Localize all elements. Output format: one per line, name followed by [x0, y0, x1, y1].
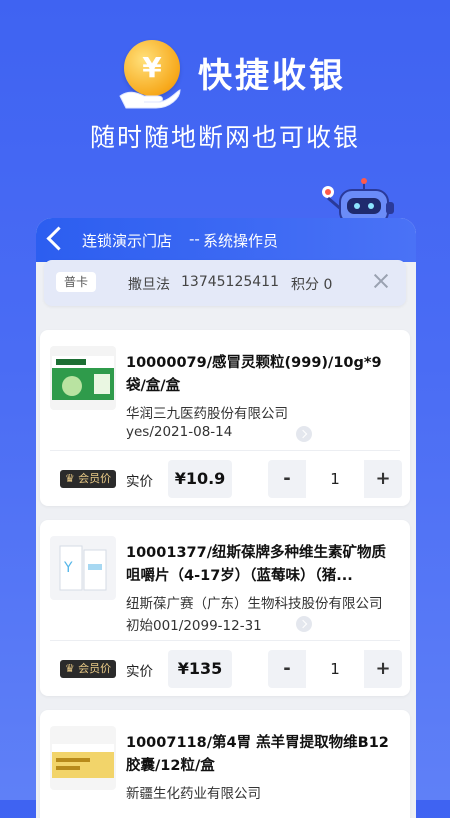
hand-icon [119, 89, 181, 109]
store-name: 连锁演示门店 [82, 232, 173, 250]
hero-banner: ¥ 快捷收银 随时随地断网也可收银 [0, 0, 450, 230]
member-points: 积分 0 [291, 277, 333, 293]
product-card[interactable]: 10000079/感冒灵颗粒(999)/10g*9袋/盒/盒 华润三九医药股份有… [40, 330, 410, 506]
product-card[interactable]: Y 10001377/纽斯葆牌多种维生素矿物质咀嚼片（4-17岁）（蓝莓味）（猪… [40, 520, 410, 696]
cashier-panel: 连锁演示门店 -- 系统操作员 普卡 撒旦法 13745125411 积分 0 … [36, 218, 416, 818]
hero-title: 快捷收银 [198, 56, 346, 96]
price-value[interactable]: ¥135 [168, 650, 232, 688]
member-name: 撒旦法 [128, 277, 170, 293]
close-icon[interactable] [370, 270, 392, 292]
quantity-input[interactable]: 1 [306, 650, 364, 688]
price-label: 实价 [126, 474, 153, 490]
divider [50, 450, 400, 451]
chevron-right-icon[interactable] [296, 616, 312, 632]
product-company: 纽斯葆广赛（广东）生物科技股份有限公司 [126, 596, 383, 612]
product-batch: 初始001/2099-12-31 [126, 618, 262, 634]
member-card-badge: 普卡 [56, 272, 96, 292]
product-title: 10001377/纽斯葆牌多种维生素矿物质咀嚼片（4-17岁）（蓝莓味）（猪..… [126, 545, 387, 584]
divider [50, 640, 400, 641]
vip-price-badge: ♛ 会员价 [60, 660, 116, 678]
product-company: 华润三九医药股份有限公司 [126, 406, 288, 422]
member-phone: 13745125411 [181, 274, 279, 290]
quantity-stepper: - 1 + [268, 650, 402, 688]
vip-label: 会员价 [78, 662, 112, 675]
vip-price-badge: ♛ 会员价 [60, 470, 116, 488]
product-title: 10007118/第4胃 羔羊胃提取物维B12胶囊/12粒/盒 [126, 735, 389, 774]
chevron-right-icon[interactable] [296, 426, 312, 442]
product-image [50, 726, 116, 790]
product-image [50, 346, 116, 410]
decrease-button[interactable]: - [268, 460, 306, 498]
panel-header: 连锁演示门店 -- 系统操作员 [36, 218, 416, 262]
increase-button[interactable]: + [364, 460, 402, 498]
decrease-button[interactable]: - [268, 650, 306, 688]
price-value[interactable]: ¥10.9 [168, 460, 232, 498]
back-arrow-icon[interactable] [46, 226, 71, 251]
quantity-input[interactable]: 1 [306, 460, 364, 498]
quantity-stepper: - 1 + [268, 460, 402, 498]
vip-label: 会员价 [78, 472, 112, 485]
product-image: Y [50, 536, 116, 600]
svg-text:Y: Y [63, 560, 73, 576]
product-title: 10000079/感冒灵颗粒(999)/10g*9袋/盒/盒 [126, 355, 382, 394]
header-separator: -- [189, 230, 200, 248]
hero-subtitle: 随时随地断网也可收银 [89, 123, 360, 152]
operator-name: 系统操作员 [203, 232, 279, 250]
product-batch: yes/2021-08-14 [126, 424, 233, 440]
product-card[interactable]: 10007118/第4胃 羔羊胃提取物维B12胶囊/12粒/盒 新疆生化药业有限… [40, 710, 410, 818]
price-label: 实价 [126, 664, 153, 680]
coin-hand-icon: ¥ [118, 36, 188, 109]
product-company: 新疆生化药业有限公司 [126, 786, 261, 802]
increase-button[interactable]: + [364, 650, 402, 688]
member-info-bar: 普卡 撒旦法 13745125411 积分 0 [44, 260, 406, 306]
